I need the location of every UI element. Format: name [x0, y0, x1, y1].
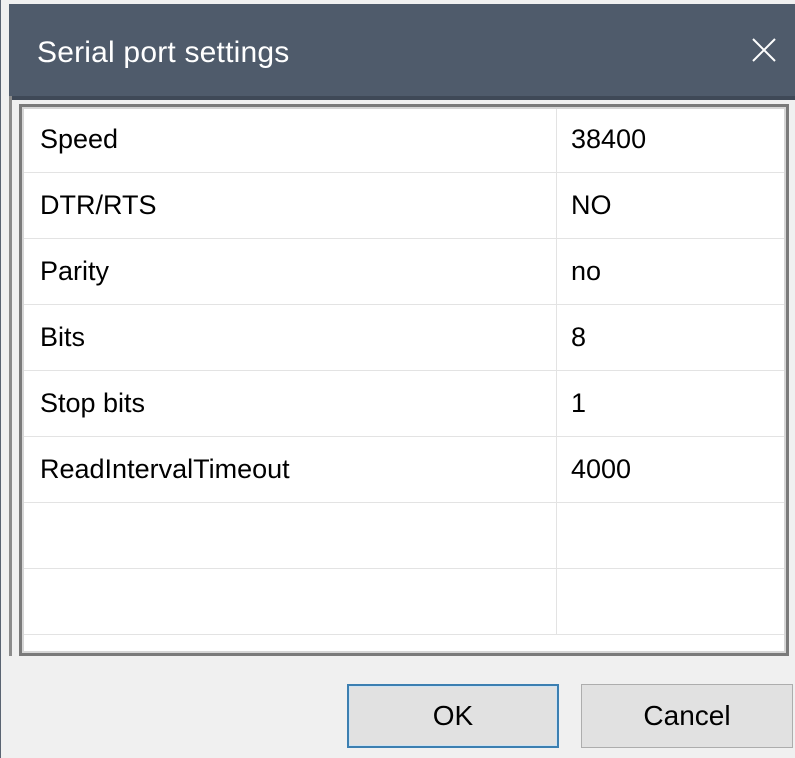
table-row-empty[interactable] — [22, 502, 786, 569]
table-row[interactable]: ReadIntervalTimeout 4000 — [22, 436, 786, 503]
setting-name-parity: Parity — [22, 238, 557, 305]
table-row[interactable]: Speed 38400 — [22, 107, 786, 173]
empty-value-cell[interactable] — [556, 502, 786, 569]
setting-name-speed: Speed — [22, 107, 557, 173]
setting-name-dtr-rts: DTR/RTS — [22, 172, 557, 239]
cancel-button[interactable]: Cancel — [581, 684, 793, 748]
title-bar-divider — [9, 96, 795, 100]
setting-value-parity[interactable]: no — [556, 238, 786, 305]
empty-name-cell — [22, 568, 557, 635]
table-row[interactable]: DTR/RTS NO — [22, 172, 786, 239]
window-title: Serial port settings — [37, 36, 290, 69]
ok-button[interactable]: OK — [347, 684, 559, 748]
setting-value-dtr-rts[interactable]: NO — [556, 172, 786, 239]
table-row[interactable]: Stop bits 1 — [22, 370, 786, 437]
setting-name-bits: Bits — [22, 304, 557, 371]
setting-value-read-interval-timeout[interactable]: 4000 — [556, 436, 786, 503]
setting-value-stop-bits[interactable]: 1 — [556, 370, 786, 437]
title-bar[interactable]: Serial port settings — [9, 4, 795, 96]
setting-value-speed[interactable]: 38400 — [556, 107, 786, 173]
setting-value-bits[interactable]: 8 — [556, 304, 786, 371]
empty-value-cell[interactable] — [556, 568, 786, 635]
settings-grid: Speed 38400 DTR/RTS NO Parity no Bits 8 … — [19, 104, 789, 656]
table-row[interactable]: Parity no — [22, 238, 786, 305]
table-row-empty[interactable] — [22, 568, 786, 635]
empty-name-cell — [22, 502, 557, 569]
serial-port-settings-dialog: Serial port settings Speed 38400 DTR/RTS… — [0, 0, 795, 758]
window-left-edge — [9, 96, 12, 656]
table-row[interactable]: Bits 8 — [22, 304, 786, 371]
setting-name-read-interval-timeout: ReadIntervalTimeout — [22, 436, 557, 503]
close-icon — [751, 37, 777, 63]
setting-name-stop-bits: Stop bits — [22, 370, 557, 437]
settings-table: Speed 38400 DTR/RTS NO Parity no Bits 8 … — [22, 107, 786, 635]
close-button[interactable] — [732, 4, 795, 96]
